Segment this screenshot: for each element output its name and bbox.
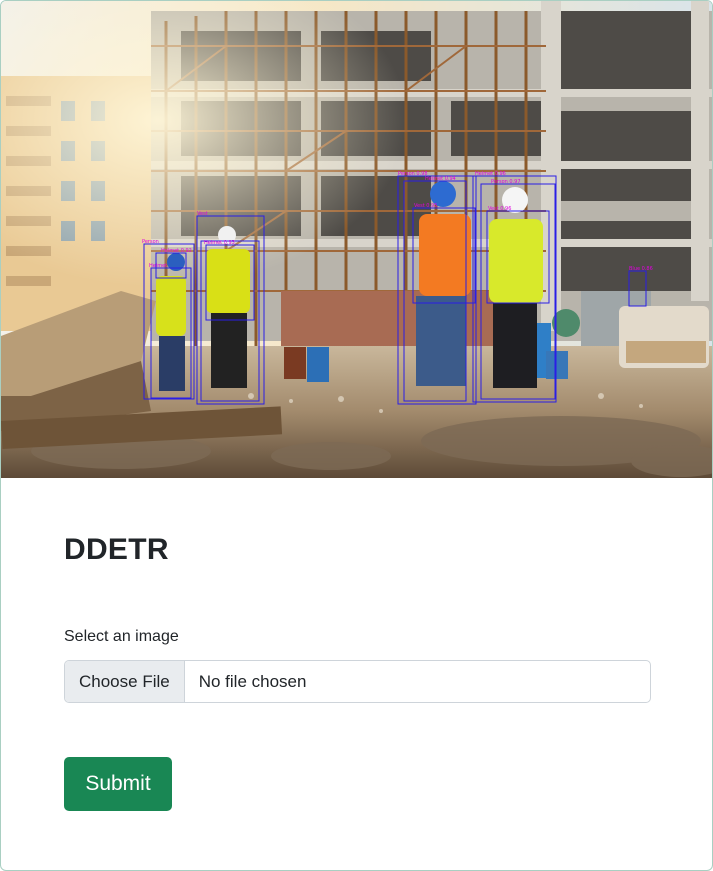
detection-label: Helmet 0.96 bbox=[475, 171, 506, 177]
detection-label: Vest bbox=[197, 211, 208, 217]
file-input[interactable]: Choose File No file chosen bbox=[64, 660, 651, 703]
detection-label: Person bbox=[142, 239, 159, 245]
file-status-text: No file chosen bbox=[198, 671, 307, 691]
submit-button[interactable]: Submit bbox=[64, 757, 172, 811]
detection-label: Helmet 0.92 bbox=[161, 248, 192, 254]
detection-label: Helmet 0.94 bbox=[425, 176, 456, 182]
detection-label: Helmet bbox=[149, 263, 167, 269]
detection-label: Vest 0.95 bbox=[414, 203, 437, 209]
choose-file-button[interactable]: Choose File bbox=[65, 661, 185, 702]
page-title: DDETR bbox=[64, 533, 169, 566]
detection-result-image: Person Helmet Vest Helmet 0.93 Person 0.… bbox=[1, 1, 712, 478]
main-card: Person Helmet Vest Helmet 0.93 Person 0.… bbox=[0, 0, 713, 871]
detection-label: Vest 0.96 bbox=[488, 206, 511, 212]
detection-label: Blue 0.86 bbox=[629, 266, 653, 272]
detection-label: Person 0.98 bbox=[398, 171, 428, 177]
image-input-label: Select an image bbox=[64, 628, 179, 645]
detection-label: Person 0.97 bbox=[491, 179, 521, 185]
detection-label: Helmet 0.93 bbox=[204, 240, 235, 246]
